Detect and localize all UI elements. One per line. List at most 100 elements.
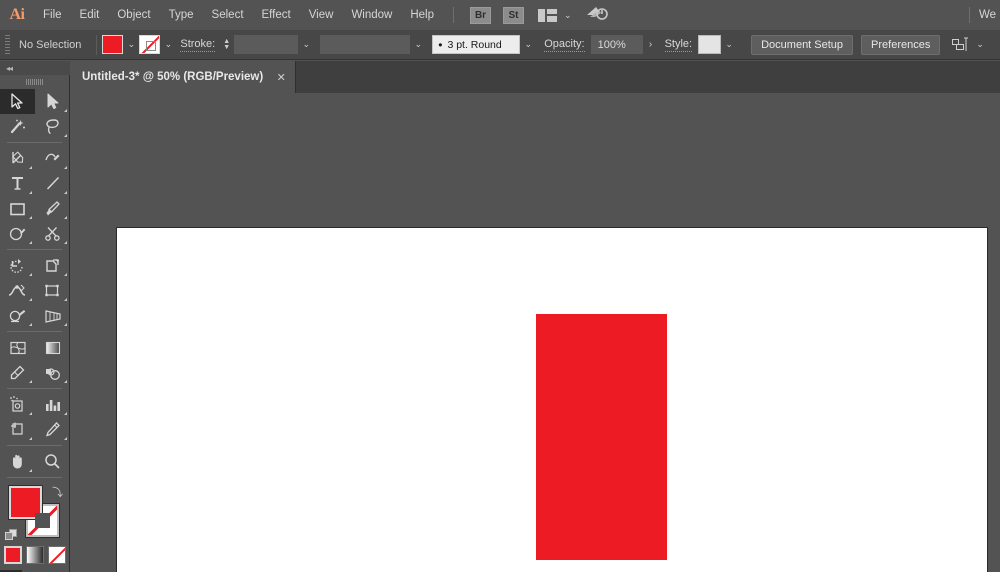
- pen-tool[interactable]: [0, 146, 35, 171]
- zoom-tool[interactable]: [35, 449, 70, 474]
- menu-select[interactable]: Select: [203, 0, 253, 30]
- tool-divider: [7, 445, 62, 446]
- hand-tool[interactable]: [0, 449, 35, 474]
- free-transform-tool[interactable]: [35, 278, 70, 303]
- close-icon[interactable]: ✕: [275, 71, 287, 84]
- workspace-name-label[interactable]: We: [979, 0, 1000, 30]
- gradient-tool[interactable]: [35, 335, 70, 360]
- eyedropper-tool[interactable]: [0, 360, 35, 385]
- document-tab[interactable]: Untitled-3* @ 50% (RGB/Preview) ✕: [70, 61, 297, 93]
- shaper-tool[interactable]: [0, 221, 35, 246]
- swap-fill-stroke-icon[interactable]: ⤵: [52, 484, 63, 500]
- opacity-options-icon[interactable]: ›: [643, 35, 659, 54]
- artboard[interactable]: [116, 227, 988, 572]
- shape-builder-tool[interactable]: [0, 303, 35, 328]
- tool-flyout-indicator: [64, 191, 67, 194]
- align-objects-button[interactable]: ⌄: [952, 37, 984, 52]
- scale-tool[interactable]: [35, 253, 70, 278]
- stroke-label[interactable]: Stroke:: [180, 38, 216, 52]
- workspace-switcher[interactable]: ⌄: [538, 8, 572, 22]
- tool-flyout-indicator: [29, 298, 32, 301]
- tool-divider: [7, 388, 62, 389]
- tool-divider: [7, 331, 62, 332]
- artboard-tool[interactable]: [0, 417, 35, 442]
- width-tool[interactable]: [0, 278, 35, 303]
- variable-width-dropdown-icon[interactable]: ⌄: [410, 35, 426, 54]
- control-bar-grip[interactable]: [3, 34, 13, 56]
- canvas-area[interactable]: [70, 93, 1000, 572]
- gradient-mode-button[interactable]: [25, 546, 44, 564]
- align-chevron-down-icon[interactable]: ⌄: [976, 40, 984, 49]
- stroke-weight-input[interactable]: [234, 35, 299, 54]
- perspective-grid-tool[interactable]: [35, 303, 70, 328]
- workspace-divider: [969, 7, 970, 23]
- direct-selection-tool[interactable]: [35, 89, 70, 114]
- tools-panel: ◂◂ ⤵: [0, 61, 70, 572]
- stroke-swatch-group[interactable]: ⌄: [139, 35, 176, 54]
- menu-file[interactable]: File: [34, 0, 71, 30]
- variable-width-profile-input[interactable]: [320, 35, 411, 54]
- stroke-color-swatch[interactable]: [139, 35, 161, 54]
- tool-group-symbol-graph: [0, 392, 69, 442]
- mesh-tool[interactable]: [0, 335, 35, 360]
- menu-effect[interactable]: Effect: [253, 0, 300, 30]
- menu-window[interactable]: Window: [342, 0, 401, 30]
- line-segment-tool[interactable]: [35, 171, 70, 196]
- tool-divider: [7, 249, 62, 250]
- brush-dot-icon: •: [438, 37, 443, 52]
- stock-button[interactable]: St: [503, 6, 524, 24]
- curvature-tool[interactable]: [35, 146, 70, 171]
- tool-flyout-indicator: [29, 380, 32, 383]
- rotate-tool[interactable]: [0, 253, 35, 278]
- control-bar: No Selection ⌄ ⌄ Stroke: ▲ ▼ ⌄ ⌄ • 3 pt. …: [0, 30, 1000, 60]
- magic-wand-tool[interactable]: [0, 114, 35, 139]
- stroke-dropdown-icon[interactable]: ⌄: [160, 35, 176, 54]
- none-mode-button[interactable]: [47, 546, 66, 564]
- tool-flyout-indicator: [29, 437, 32, 440]
- column-graph-tool[interactable]: [35, 392, 70, 417]
- menu-edit[interactable]: Edit: [71, 0, 109, 30]
- tool-flyout-indicator: [29, 191, 32, 194]
- slice-tool[interactable]: [35, 417, 70, 442]
- collapse-panel-button[interactable]: ◂◂: [0, 61, 70, 75]
- preferences-button[interactable]: Preferences: [861, 34, 941, 55]
- fill-color-swatch[interactable]: [102, 35, 124, 54]
- menu-view[interactable]: View: [300, 0, 343, 30]
- fill-dropdown-icon[interactable]: ⌄: [123, 35, 139, 54]
- creative-cloud-icon[interactable]: [586, 5, 608, 26]
- document-setup-button[interactable]: Document Setup: [751, 34, 854, 55]
- tool-group-paint: [0, 335, 69, 385]
- stroke-weight-dropdown-icon[interactable]: ⌄: [298, 35, 314, 54]
- tool-flyout-indicator: [64, 412, 67, 415]
- graphic-style-swatch[interactable]: [698, 35, 722, 54]
- red-rectangle[interactable]: [536, 314, 667, 560]
- paintbrush-tool[interactable]: [35, 196, 70, 221]
- tools-panel-grip[interactable]: [0, 75, 69, 89]
- fill-swatch-group[interactable]: ⌄: [102, 35, 139, 54]
- menu-object[interactable]: Object: [108, 0, 159, 30]
- type-tool[interactable]: [0, 171, 35, 196]
- symbol-sprayer-tool[interactable]: [0, 392, 35, 417]
- menu-help[interactable]: Help: [401, 0, 443, 30]
- ai-logo-icon: Ai: [9, 6, 26, 23]
- document-tab-title: Untitled-3* @ 50% (RGB/Preview): [82, 71, 264, 83]
- tool-group-transform: [0, 253, 69, 328]
- menu-type[interactable]: Type: [160, 0, 203, 30]
- default-fill-stroke-icon[interactable]: [5, 529, 18, 542]
- scissors-tool[interactable]: [35, 221, 70, 246]
- style-dropdown-icon[interactable]: ⌄: [721, 35, 737, 54]
- lasso-tool[interactable]: [35, 114, 70, 139]
- selection-tool[interactable]: [0, 89, 35, 114]
- brush-definition-select[interactable]: • 3 pt. Round: [432, 35, 521, 54]
- opacity-label[interactable]: Opacity:: [544, 38, 585, 52]
- stroke-weight-stepper[interactable]: ▲ ▼: [221, 36, 232, 54]
- color-mode-button[interactable]: [3, 546, 22, 564]
- style-label[interactable]: Style:: [664, 38, 693, 52]
- brush-definition-dropdown-icon[interactable]: ⌄: [520, 35, 536, 54]
- rectangle-tool[interactable]: [0, 196, 35, 221]
- bridge-button[interactable]: Br: [470, 6, 491, 24]
- blend-tool[interactable]: [35, 360, 70, 385]
- document-tab-bar: Untitled-3* @ 50% (RGB/Preview) ✕: [0, 61, 1000, 93]
- opacity-input[interactable]: 100%: [590, 35, 643, 54]
- tool-flyout-indicator: [64, 437, 67, 440]
